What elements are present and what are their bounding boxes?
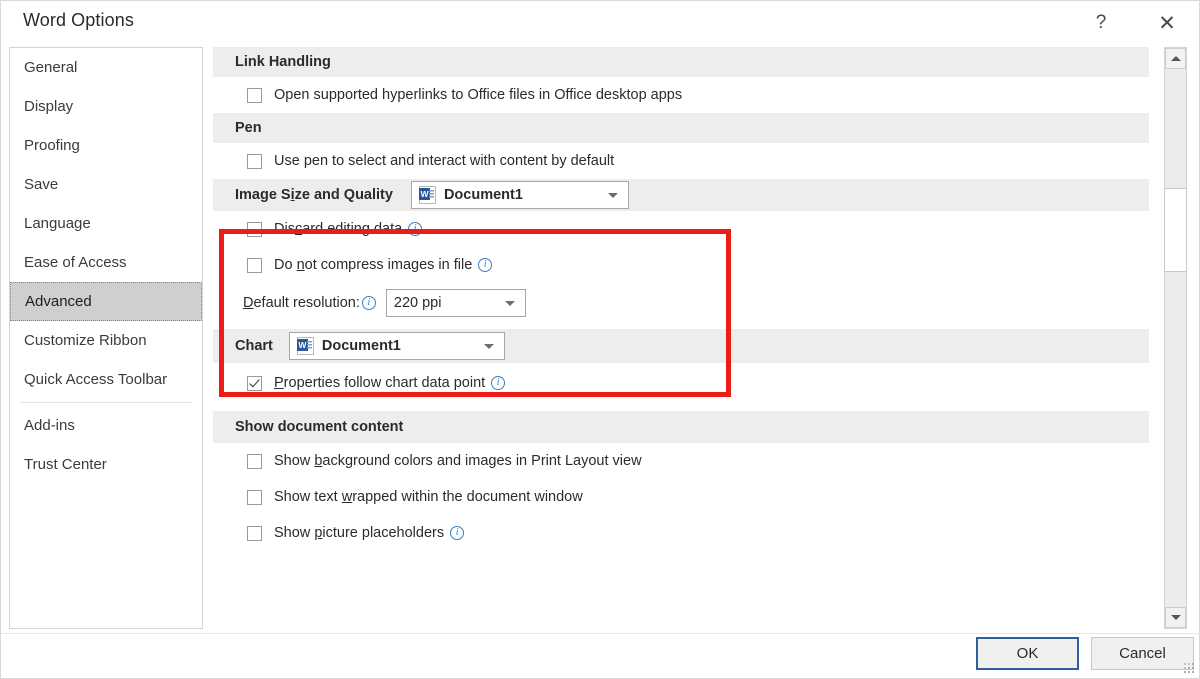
checkbox-row-use-pen[interactable]: Use pen to select and interact with cont…: [213, 143, 1149, 179]
scrollbar-thumb[interactable]: [1164, 188, 1187, 272]
checkbox-do-not-compress-images[interactable]: [247, 257, 262, 273]
checkbox-label: Properties follow chart data point: [274, 375, 486, 391]
checkbox-row-show-document-content-1[interactable]: Show text wrapped within the document wi…: [213, 479, 1149, 515]
info-icon[interactable]: i: [450, 526, 465, 540]
sidebar-item-proofing[interactable]: Proofing: [10, 126, 202, 165]
checkbox-properties-follow-chart-data-point[interactable]: [247, 375, 262, 391]
checkbox-label: Show background colors and images in Pri…: [274, 453, 642, 469]
info-icon[interactable]: i: [361, 296, 376, 310]
sidebar-item-general[interactable]: General: [10, 48, 202, 87]
section-title: Show document content: [235, 419, 404, 435]
checkbox-show-document-content-2[interactable]: [247, 525, 262, 541]
section-header-link-handling: Link Handling: [213, 47, 1149, 77]
checkbox-label: Show picture placeholders: [274, 525, 445, 541]
checkbox-use-pen[interactable]: [247, 153, 262, 169]
checkbox-show-document-content-0[interactable]: [247, 453, 262, 469]
chevron-down-icon: [483, 343, 494, 349]
sidebar-divider: [20, 402, 192, 403]
checkbox-show-document-content-1[interactable]: [247, 489, 262, 505]
chevron-down-icon: [607, 192, 618, 198]
checkbox-label: Discard editing data: [274, 221, 403, 237]
advanced-options-pane: Link Handling Open supported hyperlinks …: [213, 47, 1193, 629]
checkbox-label: Open supported hyperlinks to Office file…: [274, 87, 683, 103]
default-resolution-dropdown[interactable]: 220 ppi: [385, 289, 526, 317]
sidebar-item-ease-of-access[interactable]: Ease of Access: [10, 243, 202, 282]
sidebar-item-language[interactable]: Language: [10, 204, 202, 243]
section-header-image-size-and-quality: Image Size and Quality Document1: [213, 179, 1149, 211]
scroll-up-icon[interactable]: [1165, 48, 1186, 69]
checkbox-row-properties-follow-chart-data-point[interactable]: Properties follow chart data point i: [213, 363, 1149, 403]
checkbox-row-show-document-content-2[interactable]: Show picture placeholders i: [213, 515, 1149, 551]
info-icon[interactable]: i: [491, 376, 506, 390]
sidebar-item-quick-access-toolbar[interactable]: Quick Access Toolbar: [10, 360, 202, 399]
checkbox-open-hyperlinks[interactable]: [247, 87, 262, 103]
sidebar-item-advanced[interactable]: Advanced: [10, 282, 202, 321]
close-icon[interactable]: ✕: [1145, 5, 1189, 41]
checkbox-row-do-not-compress-images[interactable]: Do not compress images in file i: [213, 247, 1149, 283]
checkbox-label: Show text wrapped within the document wi…: [274, 489, 583, 505]
dropdown-value: Document1: [321, 338, 401, 354]
dropdown-value: Document1: [443, 187, 523, 203]
scrollbar-track[interactable]: [1165, 69, 1186, 607]
title-bar: Word Options ? ✕: [1, 1, 1199, 45]
footer-divider: [1, 633, 1200, 634]
scroll-down-icon[interactable]: [1165, 607, 1186, 628]
section-title: Link Handling: [235, 54, 331, 70]
section-header-pen: Pen: [213, 113, 1149, 143]
ok-button[interactable]: OK: [976, 637, 1079, 670]
sidebar-item-add-ins[interactable]: Add-ins: [10, 406, 202, 445]
default-resolution-label: Default resolution:: [243, 295, 360, 311]
dropdown-value: 220 ppi: [393, 295, 442, 311]
page-title: Word Options: [23, 10, 134, 30]
section-title: Image Size and Quality: [235, 187, 393, 203]
chevron-down-icon: [504, 300, 515, 306]
word-document-icon: [418, 186, 436, 204]
section-header-chart: Chart Document1: [213, 329, 1149, 363]
section-title: Pen: [235, 120, 262, 136]
checkbox-label: Do not compress images in file: [274, 257, 473, 273]
resize-grip[interactable]: [1184, 663, 1196, 675]
section-header-show-document-content: Show document content: [213, 411, 1149, 443]
cancel-button[interactable]: Cancel: [1091, 637, 1194, 670]
sidebar-item-trust-center[interactable]: Trust Center: [10, 445, 202, 484]
vertical-scrollbar[interactable]: [1164, 47, 1187, 629]
checkbox-discard-editing-data[interactable]: [247, 221, 262, 237]
options-category-list[interactable]: General Display Proofing Save Language Ease o…: [9, 47, 203, 629]
help-icon[interactable]: ?: [1079, 5, 1123, 41]
default-resolution-row: Default resolution: i 220 ppi: [213, 283, 1149, 323]
checkbox-row-show-document-content-0[interactable]: Show background colors and images in Pri…: [213, 443, 1149, 479]
word-document-icon: [296, 337, 314, 355]
sidebar-item-customize-ribbon[interactable]: Customize Ribbon: [10, 321, 202, 360]
checkbox-row-discard-editing-data[interactable]: Discard editing data i: [213, 211, 1149, 247]
info-icon[interactable]: i: [408, 222, 423, 236]
image-scope-dropdown[interactable]: Document1: [410, 181, 629, 209]
checkbox-label: Use pen to select and interact with cont…: [274, 153, 615, 169]
sidebar-item-save[interactable]: Save: [10, 165, 202, 204]
chart-scope-dropdown[interactable]: Document1: [288, 332, 505, 360]
info-icon[interactable]: i: [478, 258, 493, 272]
word-options-dialog: Word Options ? ✕ General Display Proofing S…: [0, 0, 1200, 679]
section-title: Chart: [235, 338, 273, 354]
sidebar-item-display[interactable]: Display: [10, 87, 202, 126]
checkbox-row-open-hyperlinks[interactable]: Open supported hyperlinks to Office file…: [213, 77, 1149, 113]
